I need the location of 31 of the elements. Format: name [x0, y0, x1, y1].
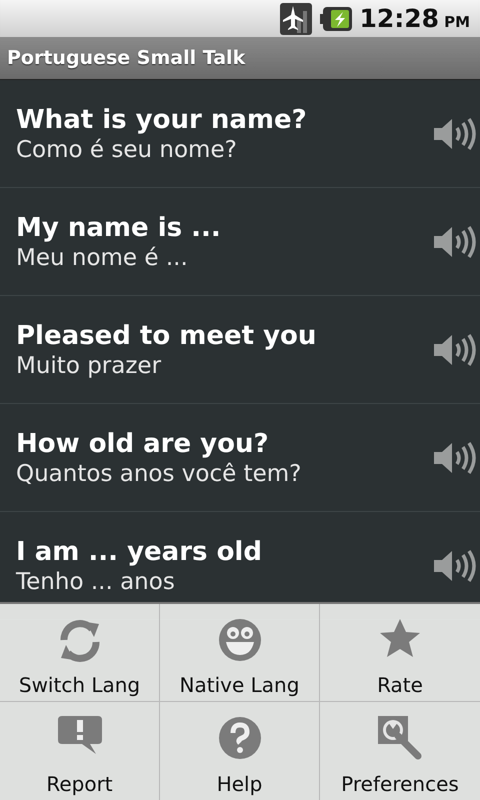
menu-item[interactable]: Preferences	[320, 702, 480, 800]
smiley-icon	[218, 618, 262, 662]
english-phrase[interactable]: How old are you?	[16, 428, 432, 458]
portuguese-phrase[interactable]: Meu nome é ...	[16, 244, 432, 270]
status-meridiem: PM	[444, 12, 470, 30]
portuguese-phrase[interactable]: Quantos anos você tem?	[16, 460, 432, 486]
speaker-icon[interactable]	[432, 224, 478, 258]
speaker-icon[interactable]	[432, 116, 478, 150]
speaker-icon[interactable]	[432, 548, 478, 582]
alert-bubble-icon	[58, 716, 102, 754]
portuguese-phrase[interactable]: Muito prazer	[16, 352, 432, 378]
menu-item[interactable]: Help	[160, 702, 320, 800]
menu-item[interactable]: Switch Lang	[0, 604, 160, 702]
battery-charging-icon	[320, 6, 352, 30]
english-phrase[interactable]: My name is ...	[16, 212, 432, 242]
speaker-icon[interactable]	[432, 332, 478, 366]
app-title: Portuguese Small Talk	[7, 47, 246, 69]
menu-item[interactable]: Native Lang	[160, 604, 320, 702]
airplane-signal-icon	[280, 2, 312, 34]
portuguese-phrase[interactable]: Tenho ... anos	[16, 568, 432, 594]
english-phrase[interactable]: I am ... years old	[16, 536, 432, 566]
star-icon	[379, 618, 421, 658]
english-phrase[interactable]: Pleased to meet you	[16, 320, 432, 350]
english-phrase[interactable]: What is your name?	[16, 104, 432, 134]
menu-item[interactable]: Report	[0, 702, 160, 800]
portuguese-phrase[interactable]: Como é seu nome?	[16, 136, 432, 162]
speaker-icon[interactable]	[432, 440, 478, 474]
wrench-icon	[378, 716, 422, 760]
help-icon	[218, 716, 262, 760]
menu-item[interactable]: Rate	[320, 604, 480, 702]
status-time: 12:28	[360, 4, 440, 33]
